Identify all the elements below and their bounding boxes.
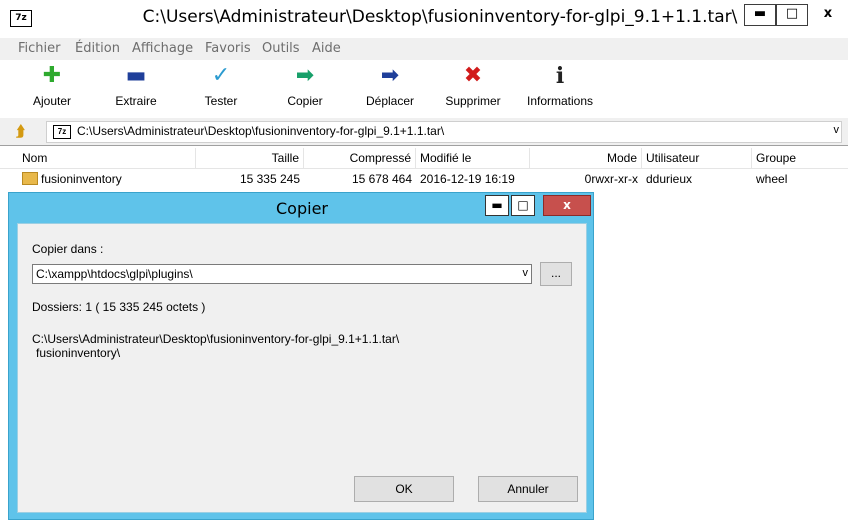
menu-edition[interactable]: Édition <box>75 41 120 56</box>
column-user[interactable]: Utilisateur <box>642 148 752 168</box>
minus-icon: ▬ <box>125 63 147 88</box>
chevron-down-icon[interactable]: v <box>834 124 840 136</box>
destination-value: C:\xampp\htdocs\glpi\plugins\ <box>36 267 193 281</box>
add-label: Ajouter <box>32 94 72 108</box>
copy-label: Copier <box>287 94 323 108</box>
ok-button[interactable]: OK <box>354 476 454 502</box>
move-arrow-icon: ➡ <box>380 63 400 88</box>
file-size: 15 335 245 <box>239 172 300 186</box>
close-button[interactable]: x <box>812 4 844 26</box>
menu-affichage[interactable]: Affichage <box>132 41 193 56</box>
column-size[interactable]: Taille <box>196 148 304 168</box>
menu-outils[interactable]: Outils <box>262 41 300 56</box>
file-mode: 0rwxr-xr-x <box>584 172 638 186</box>
file-modified: 2016-12-19 16:19 <box>420 172 515 186</box>
list-header: Nom Taille Compressé Modifié le Mode Uti… <box>0 148 848 169</box>
chevron-down-icon[interactable]: v <box>523 267 529 279</box>
maximize-button[interactable]: □ <box>776 4 808 26</box>
folders-summary: Dossiers: 1 ( 15 335 245 octets ) <box>32 300 206 314</box>
column-group[interactable]: Groupe <box>752 148 848 168</box>
column-packed[interactable]: Compressé <box>304 148 416 168</box>
title-bar: 7z C:\Users\Administrateur\Desktop\fusio… <box>0 0 848 38</box>
file-name: fusioninventory <box>41 172 122 186</box>
test-button[interactable]: ✓ Tester <box>181 62 261 116</box>
file-user: ddurieux <box>646 172 693 186</box>
file-group: wheel <box>756 172 788 186</box>
column-name[interactable]: Nom <box>18 148 196 168</box>
plus-icon: ✚ <box>42 63 62 88</box>
file-packed: 15 678 464 <box>351 172 412 186</box>
address-bar: ⮭ 7z C:\Users\Administrateur\Desktop\fus… <box>0 118 848 146</box>
menu-aide[interactable]: Aide <box>312 41 341 56</box>
delete-button[interactable]: ✖ Supprimer <box>433 62 513 116</box>
copy-dialog: Copier ▬ □ x Copier dans : C:\xampp\htdo… <box>8 192 594 520</box>
toolbar: ✚ Ajouter ▬ Extraire ✓ Tester ➡ Copier ➡… <box>0 60 848 116</box>
move-label: Déplacer <box>365 94 415 108</box>
delete-label: Supprimer <box>445 94 501 108</box>
info-icon: i <box>555 63 565 89</box>
move-button[interactable]: ➡ Déplacer <box>350 62 430 116</box>
file-name-cell: fusioninventory <box>18 169 196 189</box>
archive-icon: 7z <box>53 125 71 139</box>
address-field[interactable]: 7z C:\Users\Administrateur\Desktop\fusio… <box>46 121 842 143</box>
test-label: Tester <box>204 94 238 108</box>
add-button[interactable]: ✚ Ajouter <box>12 62 92 116</box>
check-icon: ✓ <box>211 63 231 88</box>
source-path-line2: fusioninventory\ <box>36 346 121 360</box>
address-path: C:\Users\Administrateur\Desktop\fusionin… <box>77 124 445 138</box>
extract-button[interactable]: ▬ Extraire <box>96 62 176 116</box>
dialog-close-button[interactable]: x <box>543 195 591 216</box>
copy-to-label: Copier dans : <box>32 242 104 256</box>
minimize-button[interactable]: ▬ <box>744 4 776 26</box>
menu-favoris[interactable]: Favoris <box>205 41 251 56</box>
dialog-maximize-button[interactable]: □ <box>511 195 535 216</box>
info-label: Informations <box>526 94 594 108</box>
app-icon: 7z <box>10 10 32 27</box>
menu-fichier[interactable]: Fichier <box>18 41 61 56</box>
column-modified[interactable]: Modifié le <box>416 148 530 168</box>
source-path-line1: C:\Users\Administrateur\Desktop\fusionin… <box>32 332 400 346</box>
dialog-body: Copier dans : C:\xampp\htdocs\glpi\plugi… <box>17 223 587 513</box>
folder-up-icon[interactable]: ⮭ <box>16 123 32 139</box>
column-mode[interactable]: Mode <box>530 148 642 168</box>
menu-bar: Fichier Édition Affichage Favoris Outils… <box>0 38 848 60</box>
window-title: C:\Users\Administrateur\Desktop\fusionin… <box>142 7 738 27</box>
extract-label: Extraire <box>115 94 157 108</box>
destination-combobox[interactable]: C:\xampp\htdocs\glpi\plugins\ v <box>32 264 532 284</box>
cancel-button[interactable]: Annuler <box>478 476 578 502</box>
copy-arrow-icon: ➡ <box>295 63 315 88</box>
info-button[interactable]: i Informations <box>518 62 602 116</box>
delete-icon: ✖ <box>463 63 483 88</box>
copy-button[interactable]: ➡ Copier <box>265 62 345 116</box>
dialog-minimize-button[interactable]: ▬ <box>485 195 509 216</box>
browse-button[interactable]: ... <box>540 262 572 286</box>
folder-icon <box>22 172 38 185</box>
table-row[interactable]: fusioninventory 15 335 245 15 678 464 20… <box>0 169 848 189</box>
